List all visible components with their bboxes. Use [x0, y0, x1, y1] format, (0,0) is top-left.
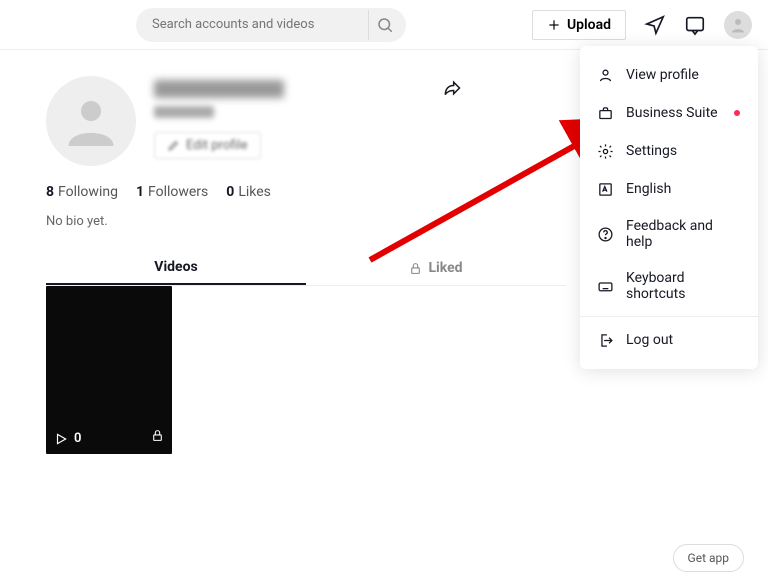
menu-settings[interactable]: Settings: [580, 132, 758, 170]
inbox-button[interactable]: [684, 14, 706, 36]
edit-icon: [167, 139, 180, 152]
plus-icon: [547, 18, 561, 32]
person-icon: [597, 67, 614, 84]
followers-stat[interactable]: 1Followers: [136, 184, 208, 200]
upload-button[interactable]: Upload: [532, 10, 626, 40]
edit-profile-button[interactable]: Edit profile: [154, 132, 261, 159]
menu-divider: [580, 316, 758, 317]
account-menu: View profile Business Suite Settings Eng…: [580, 46, 758, 369]
person-icon: [61, 91, 121, 151]
display-name: [154, 106, 214, 118]
upload-label: Upload: [567, 17, 611, 33]
get-app-button[interactable]: Get app: [673, 544, 744, 572]
menu-keyboard-shortcuts[interactable]: Keyboard shortcuts: [580, 260, 758, 312]
send-button[interactable]: [644, 14, 666, 36]
menu-business-suite[interactable]: Business Suite: [580, 94, 758, 132]
search-icon: [376, 16, 394, 34]
menu-language[interactable]: English: [580, 170, 758, 208]
likes-stat[interactable]: 0Likes: [226, 184, 271, 200]
username: [154, 80, 284, 98]
share-icon: [442, 78, 462, 98]
send-icon: [644, 14, 666, 36]
tab-videos[interactable]: Videos: [46, 251, 306, 285]
menu-label: Settings: [626, 143, 677, 159]
menu-feedback[interactable]: Feedback and help: [580, 208, 758, 260]
search-button[interactable]: [368, 10, 400, 40]
tab-liked-label: Liked: [428, 260, 462, 276]
tab-liked[interactable]: Liked: [306, 251, 566, 285]
profile-avatar[interactable]: [46, 76, 136, 166]
search-input[interactable]: [152, 17, 364, 32]
following-stat[interactable]: 8Following: [46, 184, 118, 200]
header: Upload: [0, 0, 768, 50]
menu-label: English: [626, 181, 671, 197]
account-avatar[interactable]: [724, 11, 752, 39]
menu-label: View profile: [626, 67, 699, 83]
video-privacy-icon: [151, 427, 164, 446]
person-icon: [729, 16, 747, 34]
menu-label: Log out: [626, 332, 673, 348]
menu-label: Business Suite: [626, 105, 718, 121]
logout-icon: [597, 332, 614, 349]
share-button[interactable]: [442, 78, 462, 102]
lock-icon: [409, 262, 422, 275]
menu-view-profile[interactable]: View profile: [580, 56, 758, 94]
inbox-icon: [684, 14, 706, 36]
menu-label: Keyboard shortcuts: [626, 270, 742, 302]
menu-logout[interactable]: Log out: [580, 321, 758, 359]
lock-icon: [151, 429, 164, 442]
help-icon: [597, 226, 614, 243]
video-play-count: 0: [54, 431, 81, 446]
video-thumbnail[interactable]: 0: [46, 286, 172, 454]
notification-dot: [734, 110, 740, 116]
gear-icon: [597, 143, 614, 160]
play-icon: [54, 432, 68, 446]
briefcase-icon: [597, 105, 614, 122]
keyboard-icon: [597, 278, 614, 295]
profile-tabs: Videos Liked: [46, 251, 566, 286]
language-icon: [597, 181, 614, 198]
menu-label: Feedback and help: [626, 218, 742, 250]
edit-profile-label: Edit profile: [186, 138, 248, 153]
search-bar[interactable]: [136, 8, 406, 42]
